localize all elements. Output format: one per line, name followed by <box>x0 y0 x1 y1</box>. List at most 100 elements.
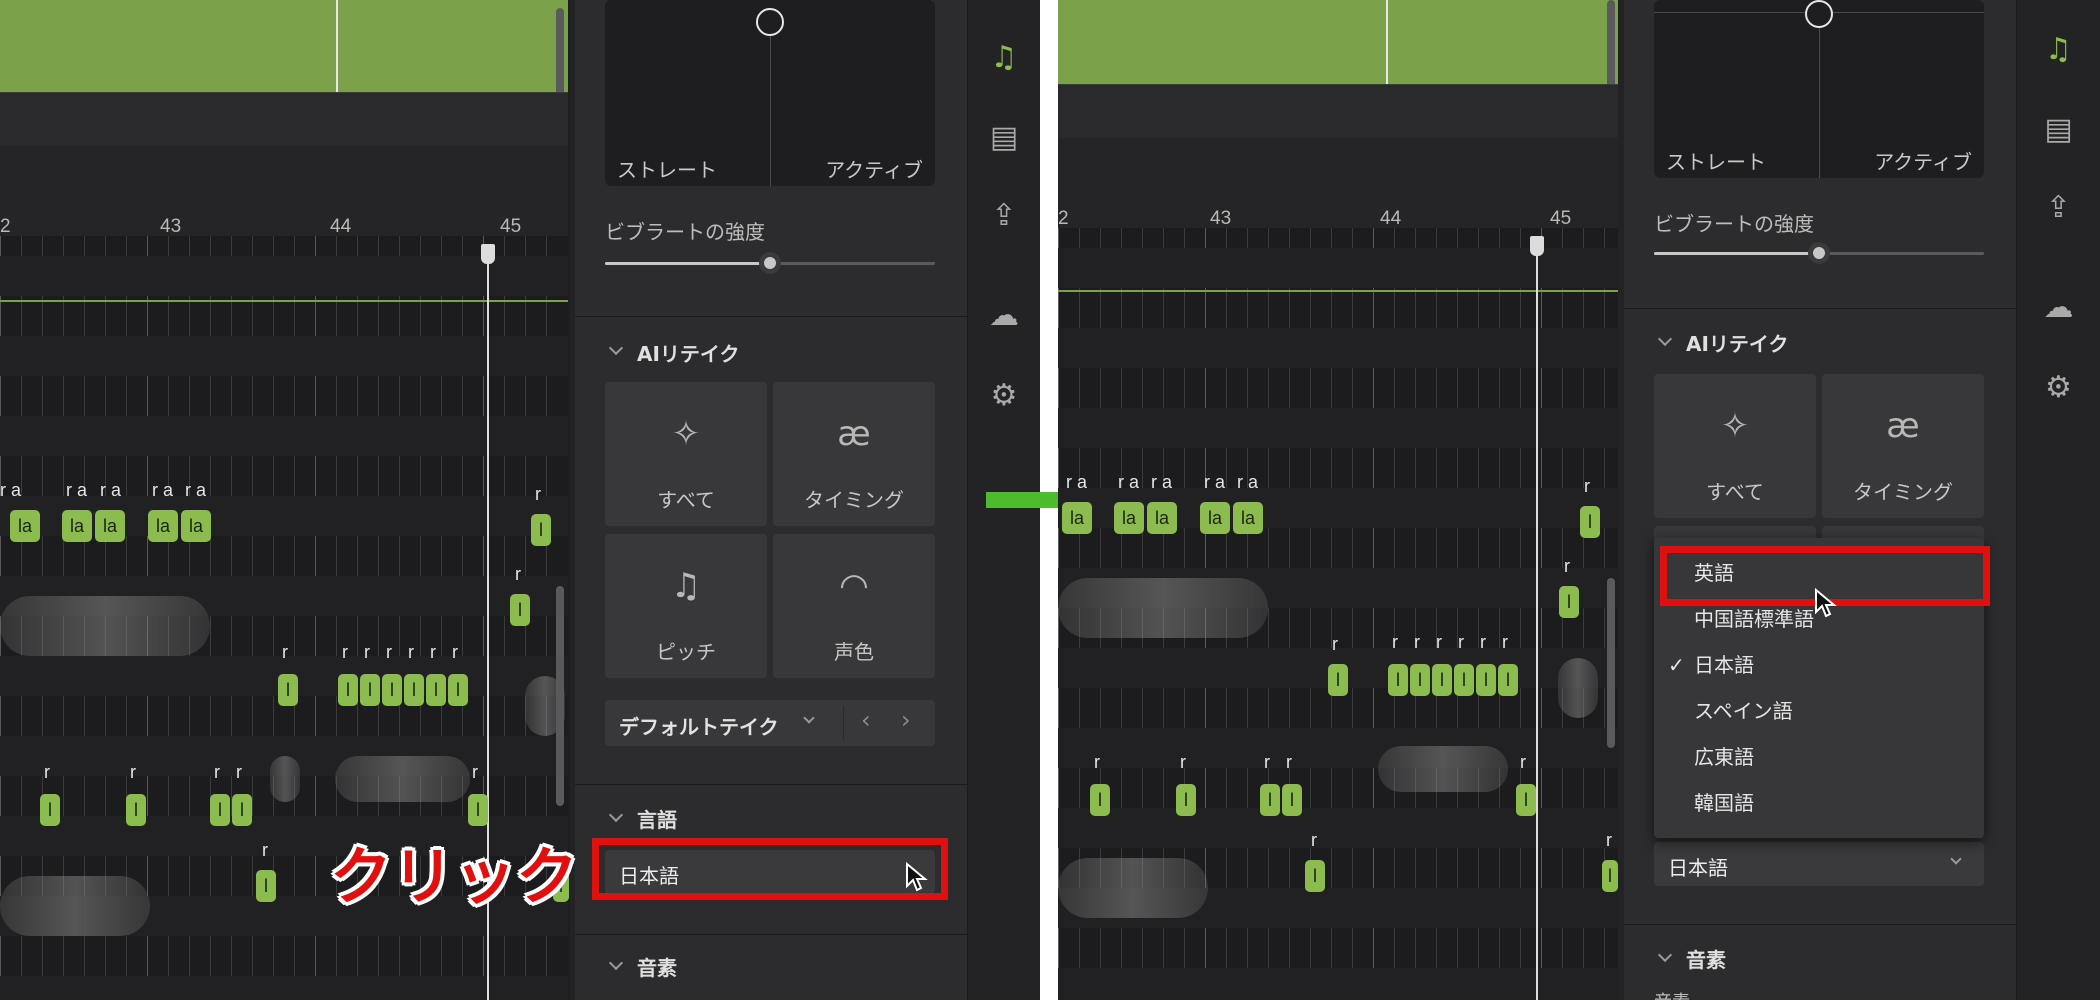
note-block[interactable]: l <box>232 794 252 826</box>
waveform <box>1558 658 1598 718</box>
note-block[interactable]: la <box>148 510 178 542</box>
note-block[interactable]: l <box>426 674 446 706</box>
note-block[interactable]: l <box>1090 784 1110 816</box>
grid-scrollbar[interactable] <box>556 586 564 806</box>
lyric-label: r a <box>100 480 122 500</box>
note-block[interactable]: l <box>1498 664 1518 696</box>
note-block[interactable]: l <box>126 794 146 826</box>
next-take-icon[interactable]: › <box>901 706 911 734</box>
language-option-japanese[interactable]: ✓ 日本語 <box>1654 642 1984 688</box>
note-block[interactable]: l <box>1476 664 1496 696</box>
pad-handle[interactable] <box>1805 0 1833 28</box>
overview-bar[interactable] <box>1058 0 1618 136</box>
note-block[interactable]: la <box>95 510 125 542</box>
language-select[interactable]: 日本語 <box>1654 842 1984 886</box>
chevron-down-icon[interactable] <box>1657 331 1673 347</box>
ai-retake-title: AIリテイク <box>637 342 740 366</box>
pitch-style-pad[interactable]: ストレート アクティブ <box>605 0 935 186</box>
vibrato-slider-knob[interactable] <box>1808 242 1830 264</box>
ruler-number: 2 <box>0 216 11 237</box>
retake-timing-button[interactable]: æ タイミング <box>773 382 935 526</box>
language-option-cantonese[interactable]: 広東語 <box>1654 734 1984 780</box>
retake-all-button[interactable]: ✧ すべて <box>605 382 767 526</box>
cloud-check-icon[interactable]: ☁ <box>2017 290 2100 325</box>
retake-timbre-button[interactable]: ◠ 声色 <box>773 534 935 678</box>
book-icon[interactable]: ▤ <box>2017 112 2100 147</box>
lyric-label: r <box>1264 752 1270 772</box>
note-block[interactable]: l <box>510 594 530 626</box>
music-note-icon[interactable]: ♫ <box>2017 32 2100 67</box>
timeline-ruler[interactable]: 2 43 44 45 <box>0 146 568 237</box>
lyric-label: r a <box>1118 472 1140 492</box>
note-block[interactable]: la <box>62 510 92 542</box>
note-block[interactable]: l <box>1580 506 1600 538</box>
chevron-down-icon <box>1950 853 1962 865</box>
note-block[interactable]: l <box>278 674 298 706</box>
cloud-check-icon[interactable]: ☁ <box>968 298 1040 333</box>
gear-icon[interactable]: ⚙ <box>2017 370 2100 405</box>
note-block[interactable]: la <box>1200 502 1230 534</box>
pitch-style-pad[interactable]: ストレート アクティブ <box>1654 0 1984 178</box>
note-block[interactable]: l <box>40 794 60 826</box>
note-block[interactable]: l <box>1432 664 1452 696</box>
retake-all-button[interactable]: ✧ すべて <box>1654 374 1816 518</box>
note-block[interactable]: l <box>1176 784 1196 816</box>
note-block[interactable]: l <box>338 674 358 706</box>
export-icon[interactable]: ⇪ <box>2017 190 2100 225</box>
note-block[interactable]: l <box>1260 784 1280 816</box>
export-icon[interactable]: ⇪ <box>968 198 1040 233</box>
gear-icon[interactable]: ⚙ <box>968 378 1040 413</box>
chevron-down-icon[interactable] <box>608 955 624 971</box>
note-block[interactable]: l <box>382 674 402 706</box>
lyric-label: r a <box>1151 472 1173 492</box>
chevron-down-icon[interactable] <box>608 807 624 823</box>
note-block[interactable]: l <box>1410 664 1430 696</box>
pad-handle[interactable] <box>756 8 784 36</box>
chevron-down-icon[interactable] <box>1657 947 1673 963</box>
note-block[interactable]: l <box>448 674 468 706</box>
note-block[interactable]: la <box>1233 502 1263 534</box>
note-block[interactable]: l <box>360 674 380 706</box>
note-block[interactable]: la <box>181 510 211 542</box>
note-block[interactable]: l <box>1282 784 1302 816</box>
playhead-handle[interactable] <box>481 244 495 264</box>
timeline-ruler[interactable]: 2 43 44 45 <box>1058 138 1618 229</box>
prev-take-icon[interactable]: ‹ <box>861 706 871 734</box>
tile-label: タイミング <box>804 488 904 512</box>
overview-scrollbar[interactable] <box>1607 0 1615 96</box>
chevron-down-icon[interactable] <box>608 340 624 356</box>
language-option-spanish[interactable]: スペイン語 <box>1654 688 1984 734</box>
note-block[interactable]: l <box>531 514 551 546</box>
note-block[interactable]: l <box>1305 860 1325 892</box>
note-block[interactable]: l <box>256 870 276 902</box>
language-option-korean[interactable]: 韓国語 <box>1654 780 1984 826</box>
note-block[interactable]: l <box>468 794 488 826</box>
note-block[interactable]: la <box>1114 502 1144 534</box>
note-block[interactable]: l <box>1602 860 1618 892</box>
note-block[interactable]: l <box>210 794 230 826</box>
note-block[interactable]: l <box>1559 586 1579 618</box>
note-block[interactable]: l <box>1388 664 1408 696</box>
retake-pitch-button[interactable]: ♫ ピッチ <box>605 534 767 678</box>
overview-footer <box>0 92 568 146</box>
piano-roll[interactable]: 2 43 44 45 r a r a r a r a r a la la la … <box>1058 0 1618 1000</box>
note-block[interactable]: la <box>10 510 40 542</box>
section-divider <box>575 316 967 317</box>
grid-scrollbar[interactable] <box>1607 578 1615 748</box>
retake-timing-button[interactable]: æ タイミング <box>1822 374 1984 518</box>
book-icon[interactable]: ▤ <box>968 120 1040 155</box>
playhead-handle[interactable] <box>1530 236 1544 256</box>
note-block[interactable]: l <box>1454 664 1474 696</box>
note-block[interactable]: l <box>1328 664 1348 696</box>
playhead[interactable] <box>1536 238 1538 1000</box>
note-block[interactable]: l <box>1516 784 1536 816</box>
music-note-icon[interactable]: ♫ <box>968 40 1040 75</box>
note-grid[interactable]: 2 43 44 45 r a r a r a r a r a la la la … <box>1058 138 1618 1000</box>
note-block[interactable]: l <box>404 674 424 706</box>
vibrato-slider-knob[interactable] <box>759 252 781 274</box>
take-selector[interactable]: デフォルトテイク ‹ › <box>605 700 935 746</box>
tile-label: すべて <box>1706 480 1764 504</box>
overview-bar[interactable] <box>0 0 568 145</box>
note-block[interactable]: la <box>1147 502 1177 534</box>
note-block[interactable]: la <box>1062 502 1092 534</box>
